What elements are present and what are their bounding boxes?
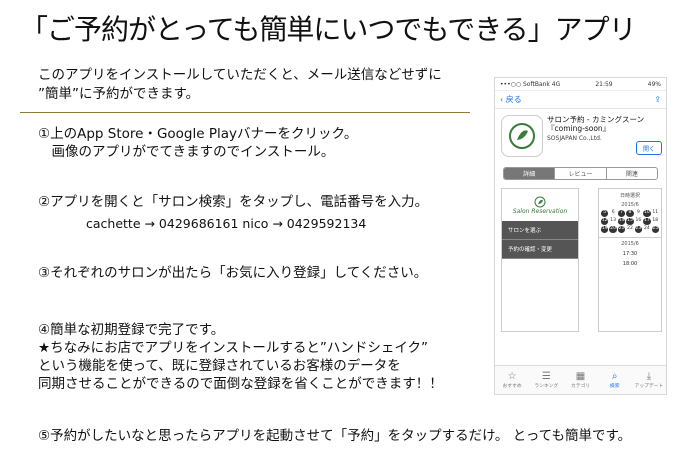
time-slot: 17:30: [622, 251, 638, 257]
battery-label: 49%: [647, 80, 661, 88]
calendar-month-2: 2015/6: [599, 237, 661, 247]
step-1-line-1: ①上のApp Store・Google Playバナーをクリック。: [38, 126, 358, 142]
calendar-day: 25: [651, 226, 659, 233]
calendar-header: 日時選択: [619, 193, 640, 199]
grid-icon: ▦: [575, 371, 586, 382]
tab-category[interactable]: ▦ カテゴリ: [563, 366, 597, 394]
tab-updates-label: アップデート: [634, 384, 664, 389]
back-label: 戻る: [505, 95, 522, 104]
download-icon: ⤓: [646, 371, 652, 382]
calendar-day: 23: [634, 226, 643, 233]
divider: [20, 112, 470, 113]
menu-reservation-check: 予約の確認・変更: [502, 240, 578, 259]
calendar-day: 19: [601, 226, 609, 233]
tab-search[interactable]: ⌕ 検索: [598, 366, 632, 394]
star-icon: ☆: [507, 371, 517, 382]
app-header: サロン予約 - カミングスーン 『coming-soon』 SOSJAPAN C…: [495, 109, 666, 161]
list-icon: ☰: [541, 371, 551, 382]
step-3: ③それぞれのサロンが出たら「お気に入り登録」してください。: [38, 265, 428, 281]
calendar-day: 8: [626, 210, 634, 217]
clock: 21:59: [595, 80, 613, 88]
app-store-screenshot: •••○○ SoftBank 4G 21:59 49% ‹ 戻る ⇪ サロン予約…: [494, 77, 667, 395]
segment-details[interactable]: 詳細: [504, 168, 556, 179]
step-4-line-3: という機能を使って、既に登録されているお客様のデータを: [38, 358, 401, 374]
segment-control: 詳細 レビュー 関連: [503, 167, 658, 180]
calendar-day: 18: [652, 218, 659, 223]
calendar-month: 2015/6: [621, 202, 639, 208]
calendar-day: 14: [617, 218, 626, 225]
time-slot: 18:00: [622, 261, 638, 267]
calendar-day: 11: [652, 210, 659, 215]
nav-bar: ‹ 戻る ⇪: [495, 91, 666, 109]
tab-featured-label: おすすめ: [502, 384, 522, 389]
open-button[interactable]: 開く: [636, 141, 662, 155]
screenshots: Salon Reservation サロンを選ぶ 予約の確認・変更 日時選択 2…: [495, 186, 666, 336]
segment-reviews[interactable]: レビュー: [555, 168, 607, 179]
screenshot-calendar: 日時選択 2015/6 5 6 7 8 9 10 11 12 13 14 15 …: [598, 188, 662, 332]
tab-bar: ☆ おすすめ ☰ ランキング ▦ カテゴリ ⌕ 検索 ⤓ アップデート: [495, 365, 666, 394]
step-5: ⑤予約がしたいなと思ったらアプリを起動させて「予約」をタップするだけ。 とっても…: [38, 428, 632, 444]
intro-line-1: このアプリをインストールしていただくと、メール送信などせずに: [38, 67, 442, 83]
calendar-day: 22: [627, 226, 633, 231]
step-4-line-1: ④簡単な初期登録で完了です。: [38, 322, 225, 338]
calendar-day: 17: [643, 218, 651, 225]
calendar-day: 7: [617, 210, 626, 217]
calendar-day: 12: [601, 218, 609, 225]
share-icon[interactable]: ⇪: [654, 95, 661, 104]
salon-logo-icon: [534, 196, 546, 207]
tab-category-label: カテゴリ: [570, 384, 591, 389]
search-icon: ⌕: [611, 371, 618, 382]
calendar-day: 13: [610, 218, 616, 223]
calendar-day: 20: [609, 226, 617, 233]
calendar-day: 9: [636, 210, 640, 215]
calendar-day: 24: [643, 226, 650, 231]
calendar-day: 15: [626, 218, 634, 225]
menu-select-salon: サロンを選ぶ: [502, 221, 578, 240]
calendar-day: 6: [611, 210, 615, 215]
salon-brand: Salon Reservation: [502, 189, 578, 221]
app-logo-icon: [501, 115, 543, 157]
step-2: ②アプリを開くと「サロン検索」をタップし、電話番号を入力。: [38, 194, 429, 210]
intro-text: このアプリをインストールしていただくと、メール送信などせずに ”簡単”に予約がで…: [38, 66, 478, 104]
tab-ranking[interactable]: ☰ ランキング: [529, 366, 563, 394]
step-1-line-2: 画像のアプリがでてきますのでインストール。: [38, 144, 335, 160]
tab-featured[interactable]: ☆ おすすめ: [495, 366, 529, 394]
carrier-label: •••○○ SoftBank 4G: [500, 80, 561, 88]
step-4-line-2: ★ちなみにお店でアプリをインストールすると”ハンドシェイク”: [38, 340, 429, 356]
step-4: ④簡単な初期登録で完了です。 ★ちなみにお店でアプリをインストールすると”ハンド…: [38, 321, 443, 393]
back-button[interactable]: ‹ 戻る: [500, 94, 522, 105]
calendar-day: 5: [601, 210, 609, 217]
calendar-grid: 5 6 7 8 9 10 11 12 13 14 15 16 17 18 19 …: [599, 208, 661, 235]
tab-search-label: 検索: [609, 384, 620, 389]
tab-updates[interactable]: ⤓ アップデート: [632, 366, 666, 394]
step-1: ①上のApp Store・Google Playバナーをクリック。 画像のアプリ…: [38, 125, 357, 161]
calendar-day: 16: [635, 218, 642, 223]
status-bar: •••○○ SoftBank 4G 21:59 49%: [495, 78, 666, 91]
app-name: サロン予約 - カミングスーン 『coming-soon』: [547, 115, 645, 133]
screenshot-menu: Salon Reservation サロンを選ぶ 予約の確認・変更: [501, 188, 579, 332]
intro-line-2: ”簡単”に予約ができます。: [38, 86, 200, 102]
step-4-line-4: 同期させることができるので面倒な登録を省くことができます！！: [38, 376, 443, 392]
calendar-day: 10: [643, 210, 651, 217]
salon-brand-label: Salon Reservation: [512, 207, 568, 215]
page-title: 「ご予約がとっても簡単にいつでもできる」アプリ: [20, 13, 637, 46]
menu-reservation-check-label: 予約の確認・変更: [508, 247, 553, 253]
segment-related[interactable]: 関連: [607, 168, 657, 179]
step-2-phone-numbers: cachette → 0429686161 nico → 0429592134: [86, 216, 367, 231]
developer-name: SOSJAPAN Co.,Ltd.: [547, 135, 602, 142]
menu-select-salon-label: サロンを選ぶ: [508, 228, 542, 234]
calendar-day: 21: [617, 226, 626, 233]
tab-ranking-label: ランキング: [534, 384, 559, 389]
